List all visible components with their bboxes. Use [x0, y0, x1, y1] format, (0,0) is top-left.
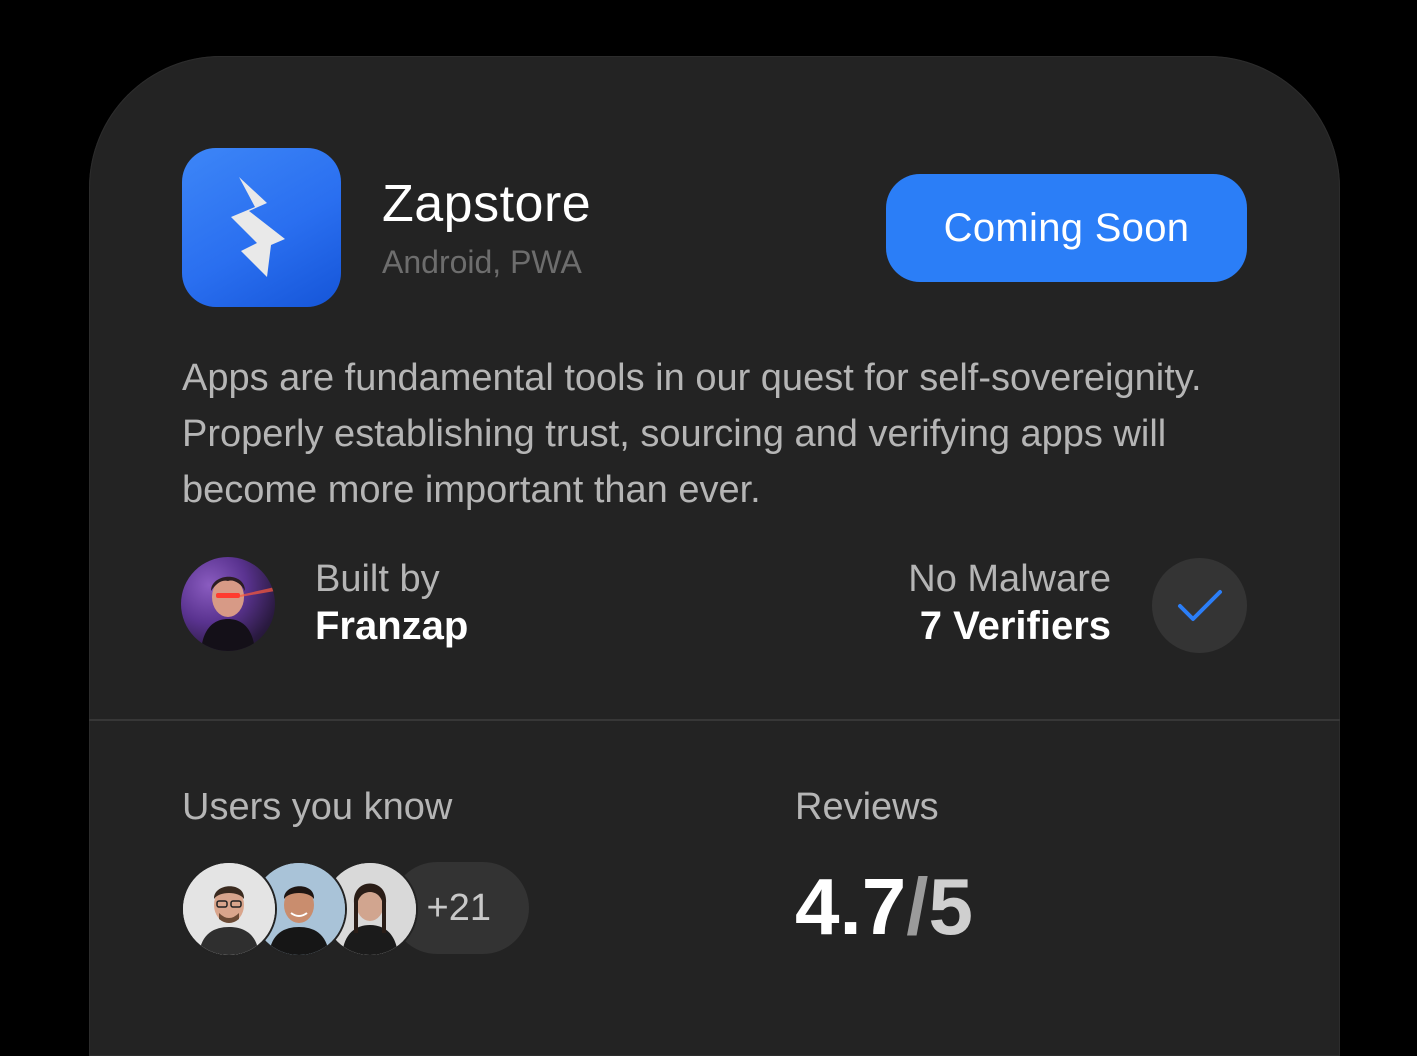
- builder-avatar[interactable]: [181, 557, 275, 651]
- checkmark-icon: [1177, 589, 1222, 621]
- coming-soon-button[interactable]: Coming Soon: [886, 174, 1247, 282]
- app-platforms: Android, PWA: [382, 244, 582, 280]
- app-name: Zapstore: [382, 175, 592, 233]
- rating-slash: /: [906, 862, 929, 951]
- section-divider: [89, 719, 1340, 721]
- reviews-label: Reviews: [795, 786, 939, 828]
- lightning-bolt-icon: [230, 176, 285, 277]
- rating-max: 5: [928, 862, 973, 951]
- no-malware-label: No Malware: [908, 558, 1111, 600]
- verified-badge[interactable]: [1152, 558, 1247, 653]
- app-card: Zapstore Android, PWA Coming Soon Apps a…: [89, 56, 1340, 1056]
- builder-portrait: [201, 576, 275, 651]
- built-by-label: Built by: [315, 558, 440, 600]
- users-you-know-label: Users you know: [182, 786, 453, 828]
- app-icon: [182, 148, 341, 307]
- user-avatar[interactable]: [181, 861, 277, 957]
- rating-score: 4.7: [795, 862, 907, 951]
- review-rating[interactable]: 4.7/5: [795, 861, 973, 953]
- users-avatar-stack[interactable]: +21: [181, 861, 541, 957]
- verifiers-count[interactable]: 7 Verifiers: [920, 604, 1111, 649]
- user-portrait: [183, 863, 275, 955]
- app-description: Apps are fundamental tools in our quest …: [182, 357, 1202, 511]
- builder-name[interactable]: Franzap: [315, 604, 468, 649]
